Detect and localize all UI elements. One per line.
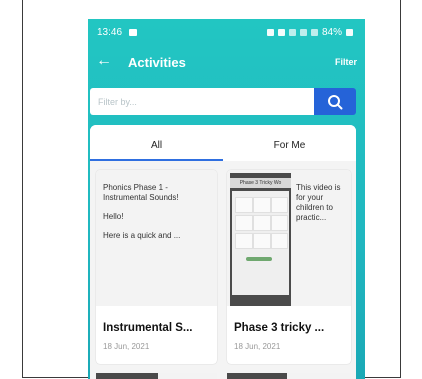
- back-arrow-icon[interactable]: ←: [96, 52, 112, 70]
- thumbnail-label: Phase 3 Tricky Wo: [230, 178, 291, 188]
- status-bar: 13:46 84%: [88, 19, 365, 47]
- battery-icon: [346, 29, 353, 36]
- activities-panel: All For Me Phonics Phase 1 - Instrumenta…: [90, 125, 356, 379]
- tab-bar: All For Me: [90, 125, 356, 161]
- activity-card[interactable]: Phase 3 Tricky Wo This video is for your…: [227, 170, 351, 364]
- card-preview: Phonics Phase 1 - Instrumental Sounds! H…: [96, 170, 217, 306]
- card-date: 18 Jun, 2021: [234, 342, 281, 351]
- status-time: 13:46: [97, 27, 137, 38]
- battery-percent: 84%: [321, 27, 342, 38]
- card-title: Instrumental S...: [103, 322, 193, 334]
- vibrate-icon: [277, 29, 285, 36]
- mute-icon: [288, 29, 296, 36]
- next-card-peek: [96, 373, 217, 379]
- card-preview-text: Phonics Phase 1 - Instrumental Sounds! H…: [103, 183, 207, 250]
- page-title: Activities: [128, 55, 186, 70]
- signal-icon: [310, 29, 318, 36]
- tab-for-me[interactable]: For Me: [223, 125, 356, 161]
- active-tab-indicator: [90, 159, 223, 161]
- card-preview: Phase 3 Tricky Wo This video is for your…: [227, 170, 351, 306]
- preview-line: Phonics Phase 1 - Instrumental Sounds!: [103, 183, 179, 202]
- next-card-peek: [227, 373, 351, 379]
- preview-line: Hello!: [103, 212, 124, 221]
- tab-all[interactable]: All: [90, 125, 223, 161]
- alarm-icon: [266, 29, 274, 36]
- video-thumbnail: Phase 3 Tricky Wo: [230, 173, 291, 306]
- card-preview-text: This video is for your children to pract…: [296, 183, 341, 222]
- preview-line: Here is a quick and ...: [103, 231, 181, 240]
- card-title: Phase 3 tricky ...: [234, 322, 325, 334]
- wifi-icon: [299, 29, 307, 36]
- search-input[interactable]: [90, 88, 314, 115]
- thumbnail-worksheet: [232, 191, 289, 295]
- search-button[interactable]: [314, 88, 356, 115]
- activity-card[interactable]: Phonics Phase 1 - Instrumental Sounds! H…: [96, 170, 217, 364]
- search-bar: [90, 88, 356, 115]
- filter-button[interactable]: Filter: [335, 57, 357, 67]
- status-time-text: 13:46: [97, 27, 123, 38]
- status-icons: 84%: [266, 27, 353, 38]
- app-bar: ← Activities Filter: [88, 47, 365, 83]
- notification-icon: [128, 28, 137, 36]
- search-icon: [328, 94, 343, 109]
- card-date: 18 Jun, 2021: [103, 342, 150, 351]
- phone-screen: 13:46 84% ← Activities Filter All: [88, 19, 365, 379]
